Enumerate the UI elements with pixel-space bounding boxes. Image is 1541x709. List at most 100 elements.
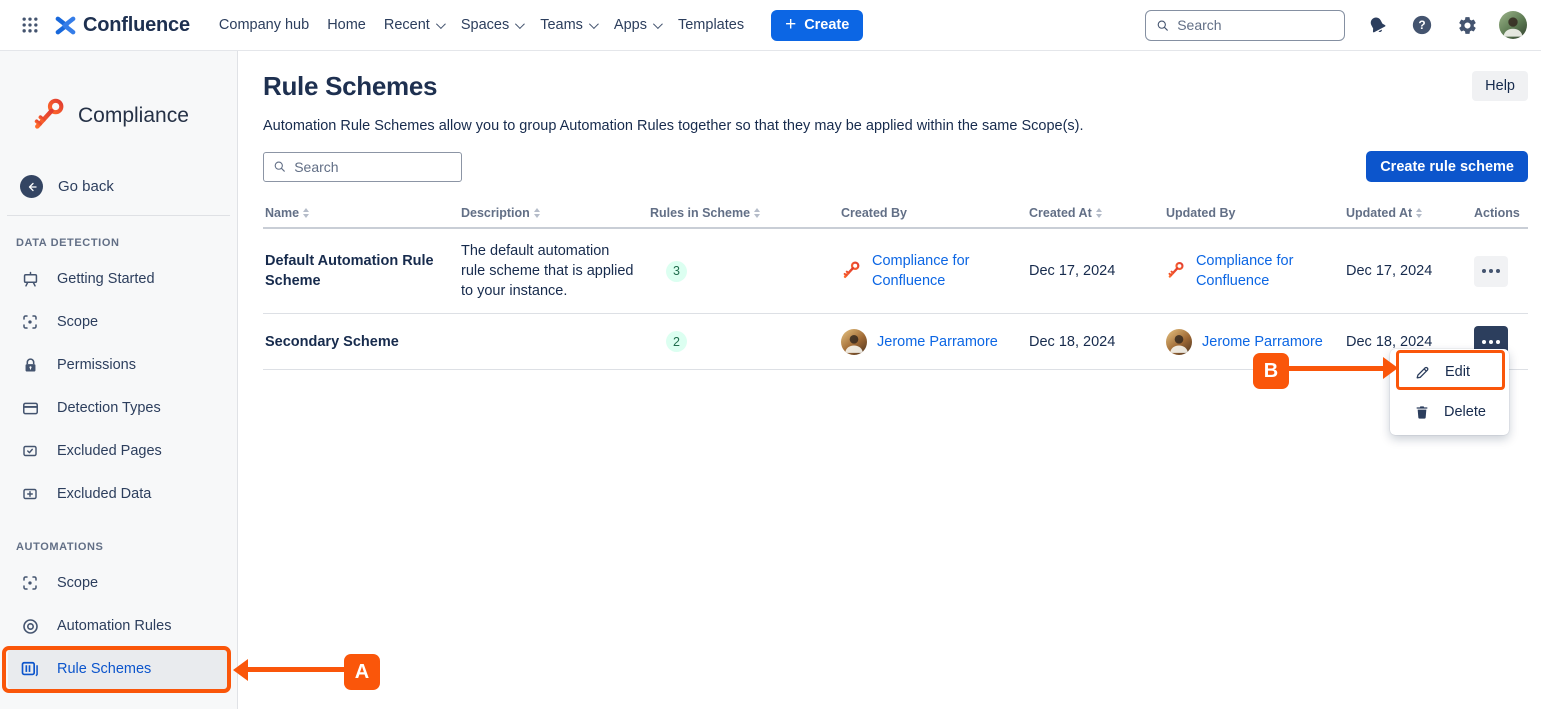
pencil-icon bbox=[1414, 364, 1431, 381]
primary-nav: Company hub Home Recent Spaces Teams App… bbox=[210, 9, 753, 41]
notifications-bell-icon[interactable] bbox=[1364, 12, 1390, 38]
plus-icon: + bbox=[785, 15, 796, 34]
sort-icon bbox=[303, 208, 309, 218]
sort-icon bbox=[1416, 208, 1422, 218]
sort-icon bbox=[534, 208, 540, 218]
section-title-data-detection: DATA DETECTION bbox=[16, 237, 237, 249]
table-row: Default Automation Rule Scheme The defau… bbox=[263, 229, 1528, 314]
created-at: Dec 17, 2024 bbox=[1027, 249, 1164, 293]
search-icon bbox=[1156, 18, 1169, 33]
topbar-right-group: ? bbox=[1145, 10, 1527, 41]
annotation-a-arrow-line bbox=[247, 667, 344, 672]
create-button[interactable]: + Create bbox=[771, 10, 863, 41]
row-actions-menu: Edit Delete bbox=[1390, 349, 1509, 435]
sidebar: Compliance Go back DATA DETECTION Gettin… bbox=[0, 51, 238, 709]
key-icon bbox=[30, 95, 68, 137]
column-header-updated-at[interactable]: Updated At bbox=[1344, 203, 1472, 227]
chevron-down-icon bbox=[436, 19, 446, 29]
column-header-rules-in-scheme[interactable]: Rules in Scheme bbox=[648, 203, 839, 227]
menu-item-edit[interactable]: Edit bbox=[1390, 352, 1509, 392]
column-header-description[interactable]: Description bbox=[459, 203, 648, 227]
card-icon bbox=[20, 398, 40, 418]
user-avatar bbox=[1166, 329, 1192, 355]
column-header-created-at[interactable]: Created At bbox=[1027, 203, 1164, 227]
key-icon bbox=[841, 257, 862, 285]
menu-item-delete[interactable]: Delete bbox=[1390, 392, 1509, 432]
target-rings-icon bbox=[20, 616, 40, 636]
created-by-link[interactable]: Jerome Parramore bbox=[877, 332, 998, 352]
updated-by-link[interactable]: Compliance for Confluence bbox=[1196, 251, 1330, 291]
sidebar-item-excluded-pages[interactable]: Excluded Pages bbox=[8, 431, 229, 471]
chevron-down-icon bbox=[589, 19, 599, 29]
top-navigation-bar: Confluence Company hub Home Recent Space… bbox=[0, 0, 1541, 51]
column-header-created-by: Created By bbox=[839, 203, 1027, 227]
main-content: Rule Schemes Help Automation Rule Scheme… bbox=[238, 51, 1541, 709]
column-header-updated-by: Updated By bbox=[1164, 203, 1344, 227]
annotation-b-arrowhead bbox=[1383, 357, 1398, 379]
app-switcher-icon[interactable] bbox=[14, 9, 46, 41]
sidebar-item-getting-started[interactable]: Getting Started bbox=[8, 259, 229, 299]
page-title: Rule Schemes bbox=[263, 71, 437, 102]
sidebar-divider bbox=[7, 215, 230, 216]
scheme-description: The default automation rule scheme that … bbox=[459, 229, 648, 313]
sidebar-item-automation-rules[interactable]: Automation Rules bbox=[8, 606, 229, 646]
lock-icon bbox=[20, 355, 40, 375]
nav-item-apps[interactable]: Apps bbox=[605, 9, 669, 41]
sidebar-item-excluded-data[interactable]: Excluded Data bbox=[8, 474, 229, 514]
nav-item-templates[interactable]: Templates bbox=[669, 9, 753, 41]
checkbox-icon bbox=[20, 441, 40, 461]
scope-target-icon bbox=[20, 573, 40, 593]
sidebar-item-scope[interactable]: Scope bbox=[8, 302, 229, 342]
sidebar-item-automations-scope[interactable]: Scope bbox=[8, 563, 229, 603]
compliance-logo: Compliance bbox=[0, 51, 237, 137]
scope-target-icon bbox=[20, 312, 40, 332]
table-row: Secondary Scheme 2 Jerome Parramore Dec … bbox=[263, 314, 1528, 370]
brand-name: Confluence bbox=[83, 14, 190, 37]
trash-icon bbox=[1414, 404, 1430, 420]
page-description: Automation Rule Schemes allow you to gro… bbox=[263, 118, 1528, 134]
sidebar-item-permissions[interactable]: Permissions bbox=[8, 345, 229, 385]
section-title-automations: AUTOMATIONS bbox=[16, 541, 237, 553]
scheme-name: Secondary Scheme bbox=[263, 320, 459, 364]
plus-box-icon bbox=[20, 484, 40, 504]
go-back-label: Go back bbox=[58, 178, 114, 195]
table-search-input[interactable] bbox=[294, 159, 452, 175]
nav-item-spaces[interactable]: Spaces bbox=[452, 9, 531, 41]
app-name: Compliance bbox=[78, 104, 189, 128]
sidebar-item-rule-schemes[interactable]: Rule Schemes bbox=[8, 649, 229, 689]
confluence-logo[interactable]: Confluence bbox=[54, 14, 190, 37]
help-button[interactable]: Help bbox=[1472, 71, 1528, 101]
column-header-name[interactable]: Name bbox=[263, 203, 459, 227]
rules-count-badge: 2 bbox=[666, 331, 687, 352]
svg-text:?: ? bbox=[1418, 18, 1425, 32]
easel-icon bbox=[20, 269, 40, 289]
arrow-left-icon bbox=[20, 175, 43, 198]
annotation-b-arrow-line bbox=[1289, 366, 1384, 371]
global-search-input[interactable] bbox=[1177, 17, 1334, 33]
go-back-button[interactable]: Go back bbox=[20, 175, 237, 198]
annotation-a-label: A bbox=[344, 654, 380, 690]
settings-gear-icon[interactable] bbox=[1454, 12, 1480, 38]
nav-item-home[interactable]: Home bbox=[318, 9, 375, 41]
table-search[interactable] bbox=[263, 152, 462, 182]
global-search[interactable] bbox=[1145, 10, 1345, 41]
key-icon bbox=[1166, 257, 1186, 285]
create-rule-scheme-button[interactable]: Create rule scheme bbox=[1366, 151, 1528, 182]
annotation-b-label: B bbox=[1253, 353, 1289, 389]
chevron-down-icon bbox=[515, 19, 525, 29]
chevron-down-icon bbox=[653, 19, 663, 29]
scheme-description bbox=[459, 330, 648, 354]
row-actions-button[interactable] bbox=[1474, 256, 1508, 287]
help-icon[interactable]: ? bbox=[1409, 12, 1435, 38]
rule-schemes-board-icon bbox=[20, 659, 40, 679]
sidebar-item-detection-types[interactable]: Detection Types bbox=[8, 388, 229, 428]
nav-item-recent[interactable]: Recent bbox=[375, 9, 452, 41]
user-avatar[interactable] bbox=[1499, 11, 1527, 39]
nav-item-company-hub[interactable]: Company hub bbox=[210, 9, 318, 41]
table-header-row: Name Description Rules in Scheme Created… bbox=[263, 203, 1528, 229]
updated-at: Dec 17, 2024 bbox=[1344, 249, 1472, 293]
created-by-link[interactable]: Compliance for Confluence bbox=[872, 251, 1013, 291]
sort-icon bbox=[1096, 208, 1102, 218]
nav-item-teams[interactable]: Teams bbox=[531, 9, 605, 41]
updated-by-link[interactable]: Jerome Parramore bbox=[1202, 332, 1323, 352]
